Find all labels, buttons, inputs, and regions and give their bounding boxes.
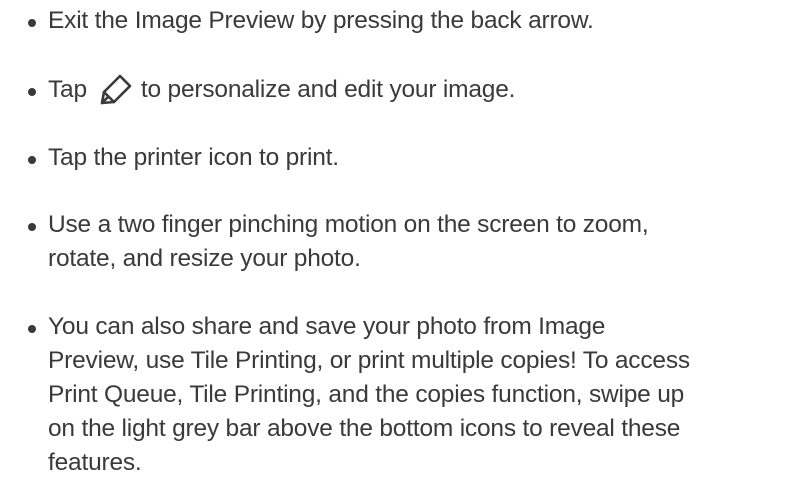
bullet-line: Preview, use Tile Printing, or print mul… [48,347,690,374]
bullet-text: Exit the Image Preview by pressing the b… [48,4,808,38]
pen-icon [95,73,133,107]
bullet-line: rotate, and resize your photo. [48,245,361,272]
bullet-text-after-icon: to personalize and edit your image. [140,76,516,103]
bullet-dot [28,223,36,231]
bullet-dot [28,325,36,333]
bullet-dot [28,156,36,164]
bullet-line: Use a two finger pinching motion on the … [48,211,649,238]
bullet-dot [28,88,36,96]
bullet-dot [28,19,36,27]
bullet-line: Exit the Image Preview by pressing the b… [48,7,594,34]
bullet-line: Tap the printer icon to print. [48,144,339,171]
bullet-text: Use a two finger pinching motion on the … [48,208,808,276]
bullet-text: Tap to personalize and edit your image. [48,73,808,107]
bullet-line: features. [48,449,142,476]
bullet-line: You can also share and save your photo f… [48,313,606,340]
bullet-text: Tap the printer icon to print. [48,141,808,175]
bullet-text: You can also share and save your photo f… [48,310,808,480]
bullet-text-before-icon: Tap [48,76,87,103]
bullet-line: on the light grey bar above the bottom i… [48,415,681,442]
bullet-line: Print Queue, Tile Printing, and the copi… [48,381,685,408]
